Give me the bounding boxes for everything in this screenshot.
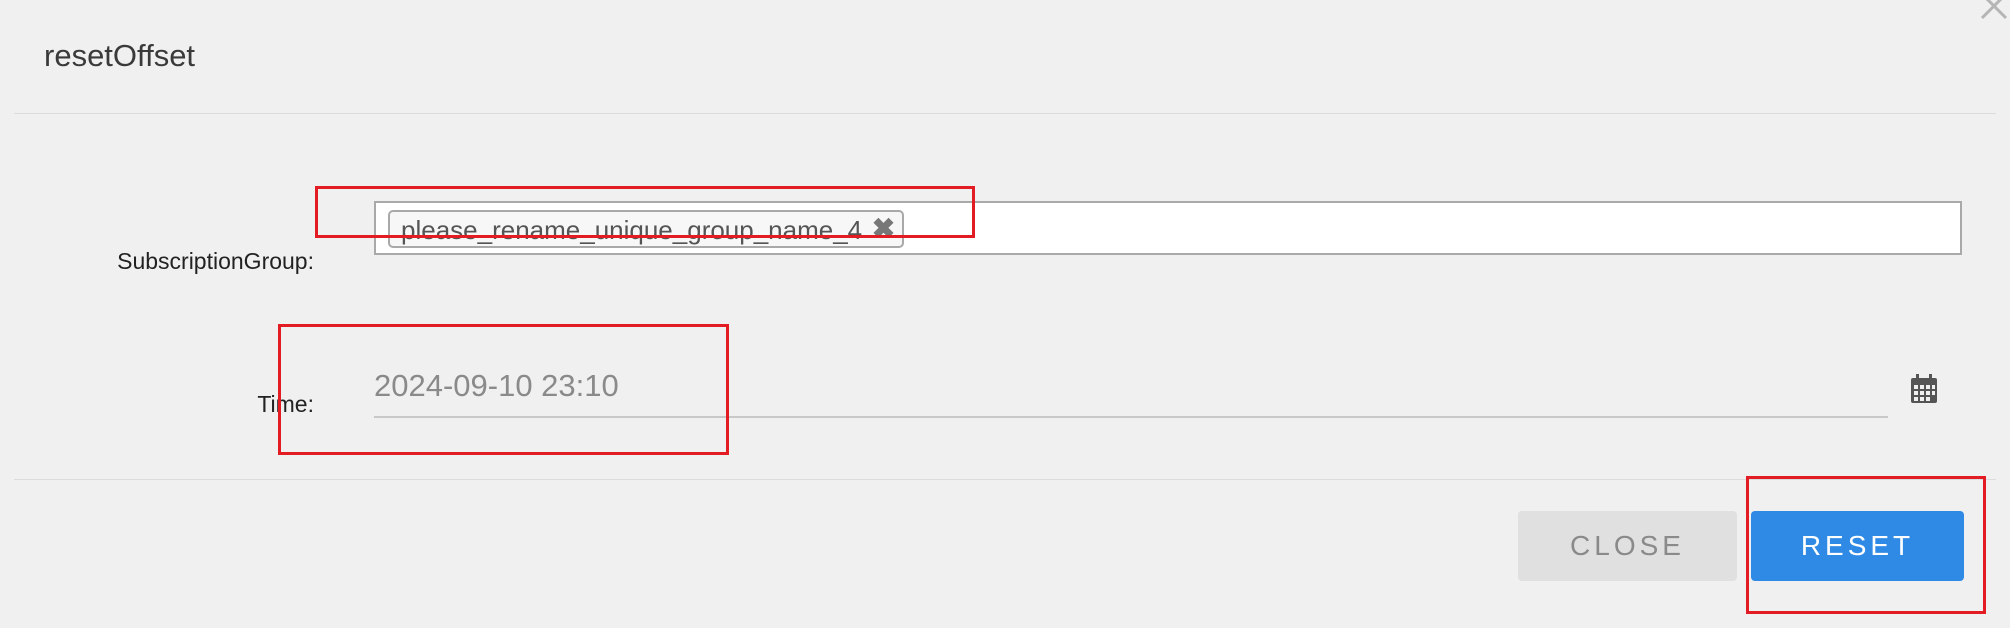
group-tag-label: please_rename_unique_group_name_4: [401, 215, 863, 245]
reset-offset-dialog: resetOffset SubscriptionGroup: please_re…: [0, 0, 2010, 628]
close-button[interactable]: CLOSE: [1518, 511, 1737, 581]
tag-remove-icon[interactable]: ✖: [872, 212, 895, 246]
group-tag: please_rename_unique_group_name_4 ✖: [388, 210, 905, 248]
subscription-group-input[interactable]: please_rename_unique_group_name_4 ✖: [374, 201, 1962, 255]
subscription-group-label: SubscriptionGroup:: [117, 248, 314, 274]
reset-button[interactable]: RESET: [1751, 511, 1964, 581]
time-label: Time:: [257, 391, 314, 417]
dialog-title: resetOffset: [44, 38, 196, 73]
footer-divider: [14, 479, 1996, 480]
header-divider: [14, 113, 1996, 114]
time-input[interactable]: 2024-09-10 23:10: [374, 360, 1888, 418]
calendar-icon[interactable]: [1910, 374, 1938, 404]
close-icon[interactable]: [1978, 0, 2010, 22]
